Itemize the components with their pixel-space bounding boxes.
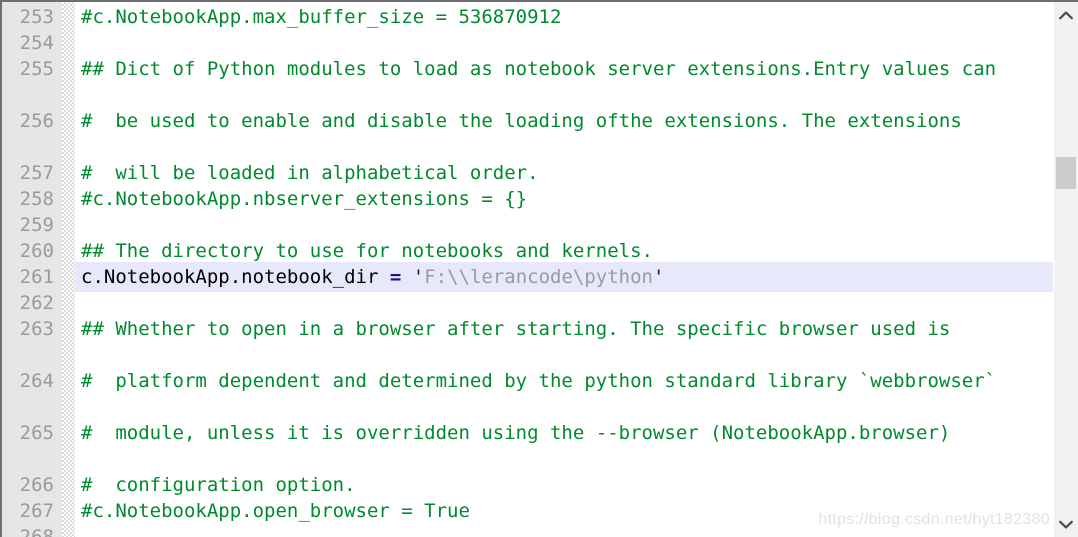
line-number-gutter: 253 254 255 256 257 258 259 260 261 262 … <box>2 2 62 537</box>
code-token-operator: = <box>389 266 402 288</box>
line-number: 257 <box>19 162 54 184</box>
code-line[interactable] <box>75 524 1054 537</box>
code-line[interactable]: ## The directory to use for notebooks an… <box>75 238 1054 264</box>
line-number: 265 <box>19 422 54 444</box>
chevron-down-icon <box>1059 520 1073 529</box>
code-line[interactable]: # platform dependent and determined by t… <box>75 368 1054 394</box>
code-line-active[interactable]: c.NotebookApp.notebook_dir = 'F:\\leranc… <box>75 264 1054 290</box>
code-line[interactable]: ## Dict of Python modules to load as not… <box>75 56 1054 82</box>
scrollbar-thumb[interactable] <box>1056 157 1076 189</box>
line-number: 262 <box>19 292 54 314</box>
text-editor[interactable]: 253 254 255 256 257 258 259 260 261 262 … <box>0 0 1078 537</box>
line-number: 267 <box>19 500 54 522</box>
scroll-up-button[interactable] <box>1054 4 1078 26</box>
line-number: 260 <box>19 240 54 262</box>
line-number: 266 <box>19 474 54 496</box>
code-token-quote-close: ' <box>653 266 665 288</box>
line-number: 253 <box>19 6 54 28</box>
code-line[interactable]: #c.NotebookApp.nbserver_extensions = {} <box>75 186 1054 212</box>
line-number: 261 <box>19 266 54 288</box>
line-number: 258 <box>19 188 54 210</box>
line-number: 259 <box>19 214 54 236</box>
line-number: 255 <box>19 58 54 80</box>
code-line[interactable]: # module, unless it is overridden using … <box>75 420 1054 446</box>
code-line[interactable] <box>75 30 1054 56</box>
line-number: 254 <box>19 32 54 54</box>
code-line[interactable]: ## Whether to open in a browser after st… <box>75 316 1054 342</box>
chevron-up-icon <box>1059 11 1073 20</box>
code-token-identifier: c.NotebookApp.notebook_dir <box>81 266 390 288</box>
line-number: 264 <box>19 370 54 392</box>
line-number: 268 <box>19 526 54 537</box>
code-line[interactable]: #c.NotebookApp.open_browser = True <box>75 498 1054 524</box>
line-number: 256 <box>19 110 54 132</box>
code-content-area[interactable]: #c.NotebookApp.max_buffer_size = 5368709… <box>75 2 1054 537</box>
vertical-scrollbar[interactable] <box>1053 2 1078 537</box>
code-line[interactable] <box>75 290 1054 316</box>
code-line[interactable] <box>75 212 1054 238</box>
line-number: 263 <box>19 318 54 340</box>
code-token-string: F:\\lerancode\python <box>424 266 653 288</box>
scroll-down-button[interactable] <box>1054 513 1078 535</box>
code-line[interactable]: # configuration option. <box>75 472 1054 498</box>
code-line[interactable]: #c.NotebookApp.max_buffer_size = 5368709… <box>75 4 1054 30</box>
code-line[interactable]: # be used to enable and disable the load… <box>75 108 1054 134</box>
code-token-quote-open: ' <box>412 266 425 288</box>
gutter-separator <box>62 2 75 537</box>
code-line[interactable]: # will be loaded in alphabetical order. <box>75 160 1054 186</box>
